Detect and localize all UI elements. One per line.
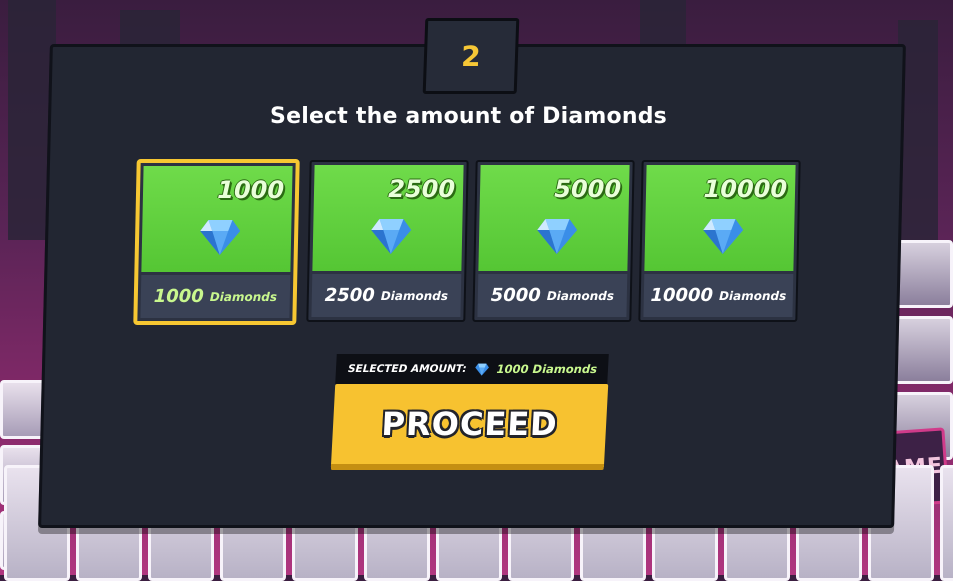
option-unit: Diamonds	[718, 288, 787, 303]
option-amount: 2500	[387, 175, 456, 203]
option-count: 5000	[490, 285, 542, 306]
option-count: 2500	[324, 285, 376, 306]
step-badge: 2	[422, 18, 520, 94]
option-unit: Diamonds	[546, 288, 615, 303]
option-amount: 5000	[553, 175, 622, 203]
diamond-icon	[371, 219, 412, 254]
page-title: Select the amount of Diamonds	[270, 104, 667, 129]
selected-amount-label: SELECTED AMOUNT:	[347, 363, 467, 375]
diamond-option-5000[interactable]: 5000 5000 Diamonds	[472, 160, 635, 322]
option-count: 1000	[153, 286, 205, 307]
diamond-icon	[200, 220, 241, 255]
diamond-option-1000[interactable]: 1000 1000 Diamonds	[134, 160, 299, 324]
diamond-icon	[703, 219, 744, 254]
option-count: 10000	[650, 285, 714, 306]
diamond-option-2500[interactable]: 2500 2500 Diamonds	[306, 160, 469, 322]
diamond-icon	[474, 363, 489, 376]
diamond-options: 1000 1000 Diamonds 2500 2500 Diamonds 50…	[134, 160, 806, 325]
step-number: 2	[460, 39, 482, 73]
diamond-icon	[537, 219, 578, 254]
option-unit: Diamonds	[209, 289, 278, 304]
selected-amount-bar: SELECTED AMOUNT: 1000 Diamonds	[335, 354, 609, 384]
option-amount: 1000	[216, 176, 285, 204]
proceed-label: PROCEED	[380, 405, 559, 443]
option-amount: 10000	[703, 175, 788, 203]
proceed-button[interactable]: PROCEED	[330, 384, 609, 470]
selected-amount-value: 1000 Diamonds	[496, 362, 598, 376]
option-unit: Diamonds	[380, 288, 449, 303]
diamond-option-10000[interactable]: 10000 10000 Diamonds	[638, 160, 801, 322]
